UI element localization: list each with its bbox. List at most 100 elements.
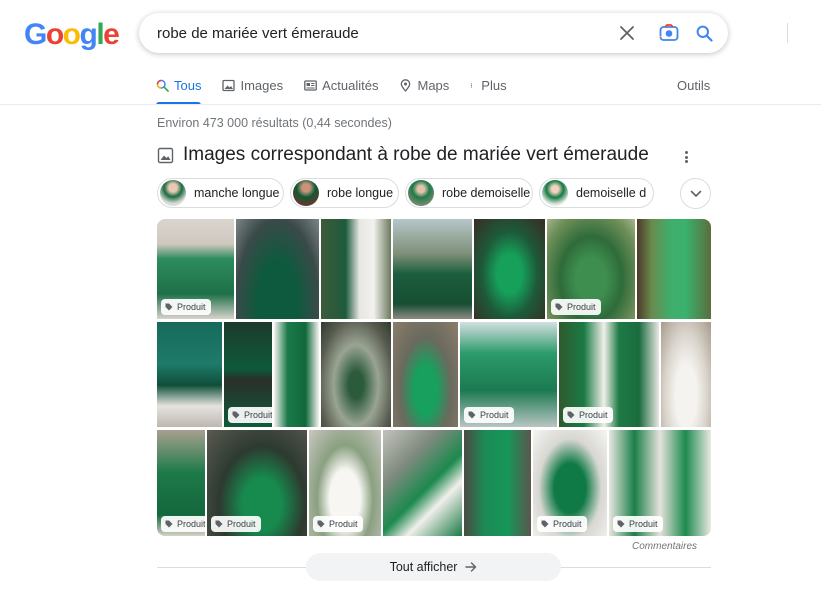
view-all-button[interactable]: Tout afficher (306, 553, 561, 581)
tag-icon (317, 520, 325, 528)
badge-label: Produit (227, 519, 256, 529)
clear-icon[interactable] (615, 21, 639, 45)
badge-label: Produit (553, 519, 582, 529)
chip-thumbnail (293, 180, 319, 206)
tab-label: Images (240, 78, 284, 93)
image-result[interactable]: Produit (157, 430, 205, 536)
image-result[interactable] (321, 322, 391, 427)
image-result[interactable] (464, 430, 531, 536)
badge-label: Produit (480, 410, 509, 420)
search-divider (787, 23, 788, 43)
logo-letter: e (103, 18, 120, 51)
image-result[interactable] (474, 219, 545, 319)
tag-icon (165, 520, 173, 528)
logo-letter: l (96, 18, 104, 51)
image-grid: Produit Produit Produit Produit Produit … (157, 219, 711, 536)
chip-label: manche longue (194, 186, 280, 200)
chip-manche-longue[interactable]: manche longue (157, 178, 284, 208)
image-result[interactable] (393, 322, 458, 427)
image-result[interactable]: Produit (609, 430, 711, 536)
image-result[interactable] (383, 430, 462, 536)
chip-label: robe longue (327, 186, 394, 200)
tab-actualites[interactable]: Actualités (304, 76, 378, 104)
more-vert-icon (471, 83, 473, 88)
chips-scroll-right-button[interactable] (680, 178, 711, 209)
image-result[interactable]: Produit (460, 322, 557, 427)
view-all-label: Tout afficher (389, 560, 458, 574)
tag-icon (541, 520, 549, 528)
image-result[interactable] (321, 219, 391, 319)
image-result[interactable] (157, 322, 222, 427)
chip-label: demoiselle d (576, 186, 647, 200)
tab-tous[interactable]: Tous (156, 76, 202, 105)
product-badge: Produit (161, 299, 211, 315)
chip-thumbnail (542, 180, 568, 206)
search-input[interactable]: robe de mariée vert émeraude (157, 25, 359, 42)
product-badge: Produit (228, 407, 272, 423)
images-section-title: Images correspondant à robe de mariée ve… (183, 144, 649, 165)
more-options-icon[interactable] (682, 149, 690, 165)
badge-label: Produit (579, 410, 608, 420)
tag-icon (567, 411, 575, 419)
image-result[interactable] (661, 322, 711, 427)
tools-button[interactable]: Outils (677, 78, 710, 93)
image-result[interactable]: Produit (207, 430, 307, 536)
chip-robe-demoiselle[interactable]: robe demoiselle (405, 178, 533, 208)
tab-label: Maps (417, 78, 450, 93)
tag-icon (165, 303, 173, 311)
tab-images[interactable]: Images (222, 76, 283, 104)
product-badge: Produit (211, 516, 261, 532)
product-badge: Produit (313, 516, 363, 532)
logo-letter: G (24, 18, 47, 51)
tag-icon (232, 411, 240, 419)
product-badge: Produit (613, 516, 663, 532)
tab-label: Tous (174, 78, 202, 93)
badge-label: Produit (329, 519, 358, 529)
tab-label: Plus (481, 78, 507, 93)
logo-letter: o (45, 18, 64, 51)
search-tabs: Tous Images Actualités Maps Plus (156, 76, 528, 105)
image-result[interactable]: Produit (533, 430, 607, 536)
chip-label: robe demoiselle (442, 186, 531, 200)
map-pin-icon (401, 79, 411, 92)
badge-label: Produit (567, 302, 596, 312)
chip-demoiselle-d[interactable]: demoiselle d (539, 178, 654, 208)
refinement-chips: manche longue robe longue robe demoisell… (157, 178, 660, 208)
feedback-link[interactable]: Commentaires (632, 541, 697, 552)
badge-label: Produit (629, 519, 658, 529)
search-icon (156, 79, 169, 92)
chip-thumbnail (160, 180, 186, 206)
google-logo[interactable]: Google (24, 18, 120, 51)
arrow-right-icon (465, 562, 477, 572)
image-result[interactable]: Produit (224, 322, 272, 427)
image-result[interactable]: Produit (547, 219, 635, 319)
product-badge: Produit (537, 516, 587, 532)
badge-label: Produit (244, 410, 272, 420)
tab-maps[interactable]: Maps (399, 76, 449, 104)
tag-icon (617, 520, 625, 528)
image-result[interactable]: Produit (157, 219, 234, 319)
search-box[interactable]: robe de mariée vert émeraude (139, 13, 788, 53)
chip-robe-longue[interactable]: robe longue (290, 178, 399, 208)
logo-letter: g (79, 18, 98, 51)
news-icon (304, 80, 317, 91)
tag-icon (555, 303, 563, 311)
header-divider (0, 104, 821, 105)
image-result[interactable] (393, 219, 472, 319)
images-section-heading: Images correspondant à robe de mariée ve… (157, 144, 649, 166)
chip-thumbnail (408, 180, 434, 206)
image-result[interactable] (236, 219, 319, 319)
image-result[interactable] (274, 322, 319, 427)
tab-plus[interactable]: Plus (470, 76, 507, 104)
image-result[interactable]: Produit (559, 322, 659, 427)
image-icon (222, 79, 236, 92)
search-icon[interactable] (692, 21, 716, 45)
product-badge: Produit (464, 407, 514, 423)
camera-lens-icon[interactable] (657, 21, 681, 45)
tag-icon (468, 411, 476, 419)
logo-letter: o (62, 18, 81, 51)
product-badge: Produit (563, 407, 613, 423)
result-stats: Environ 473 000 résultats (0,44 secondes… (157, 116, 392, 130)
image-result[interactable]: Produit (309, 430, 381, 536)
image-result[interactable] (637, 219, 711, 319)
